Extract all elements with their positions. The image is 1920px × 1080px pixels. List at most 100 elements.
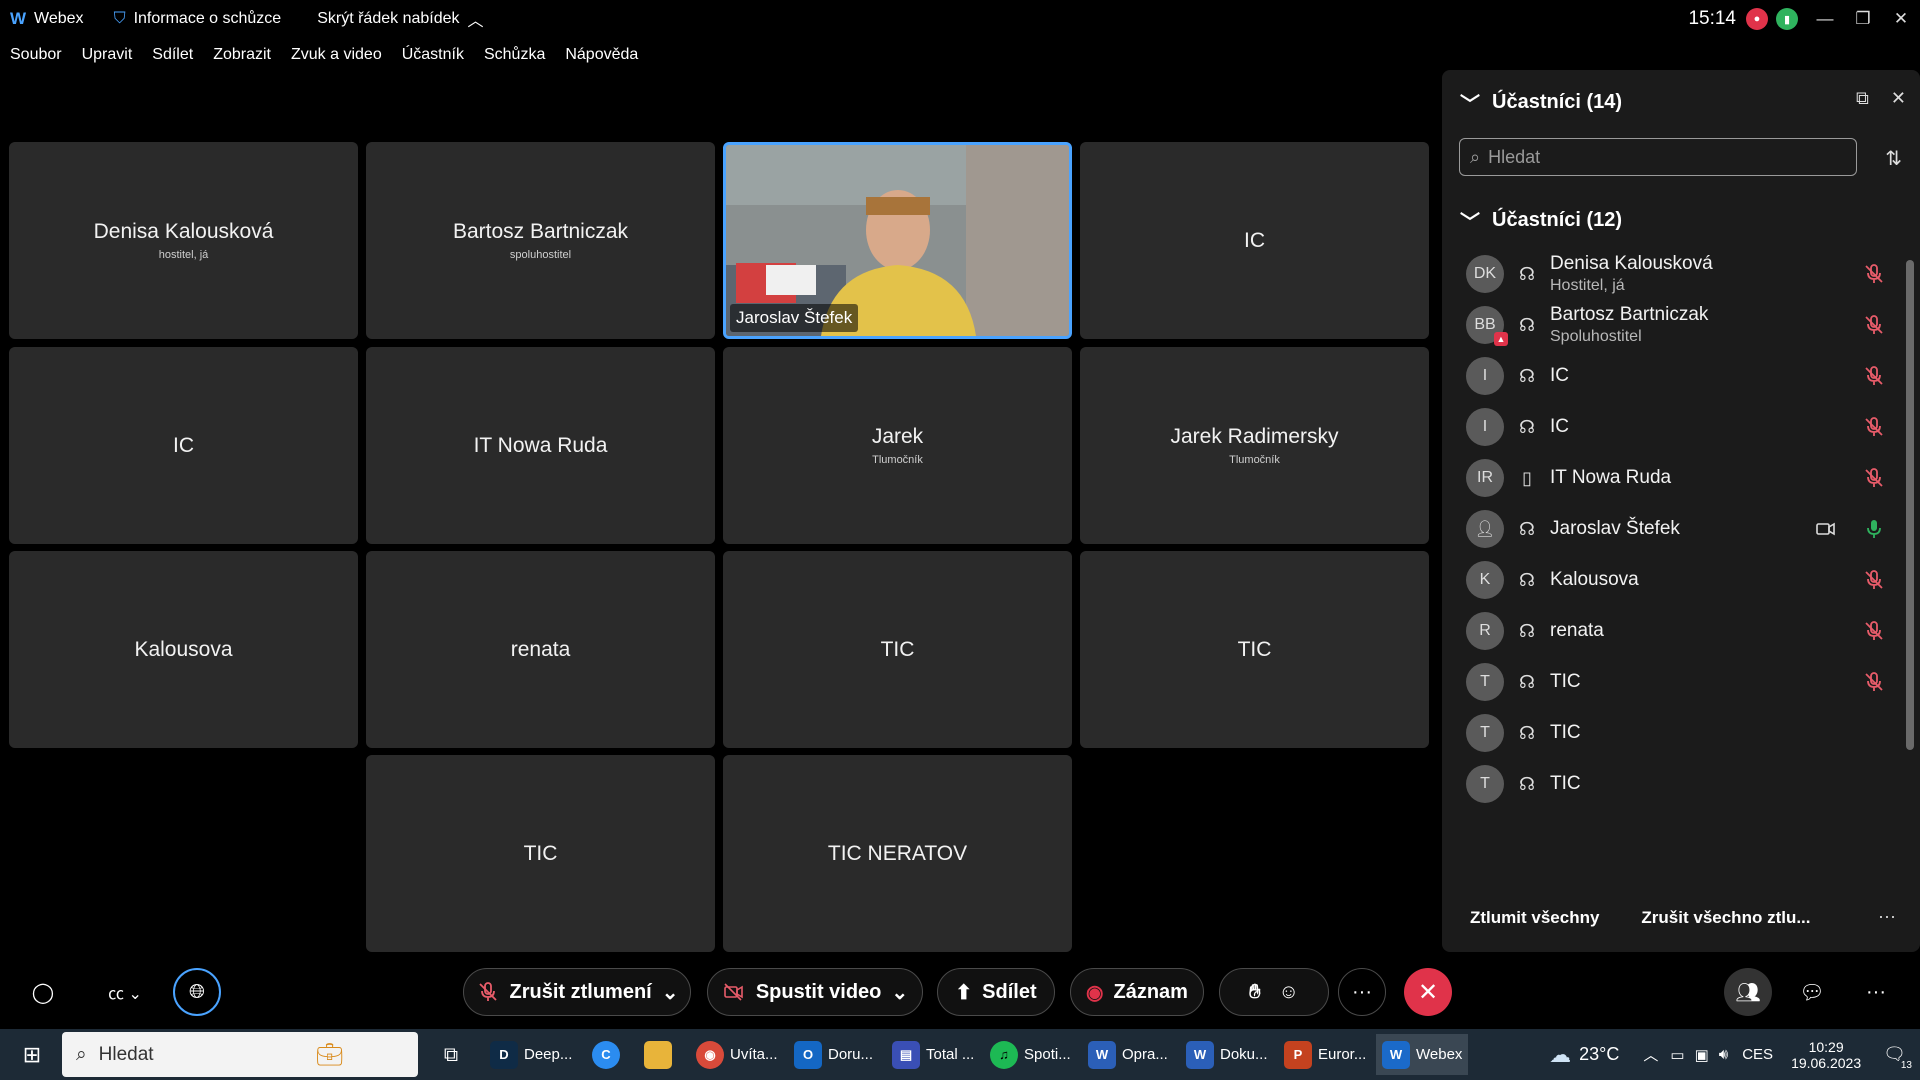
mic-muted-icon[interactable] — [1862, 364, 1886, 388]
recording-status-icon[interactable]: ● — [1746, 8, 1768, 30]
participant-row[interactable]: DK ☊ Denisa Kalousková Hostitel, já — [1466, 246, 1886, 302]
notifications-icon[interactable]: 🗨︎ 13 — [1883, 1044, 1914, 1071]
mute-all-button[interactable]: Ztlumit všechny — [1470, 908, 1599, 928]
mic-muted-icon[interactable] — [1862, 415, 1886, 439]
menu-napoveda[interactable]: Nápověda — [565, 46, 638, 64]
participant-tile[interactable]: renata — [366, 551, 715, 748]
participant-list-scrollbar[interactable] — [1906, 260, 1914, 750]
menu-ucastnik[interactable]: Účastník — [402, 46, 464, 64]
task-view-icon[interactable]: ⧉ — [427, 1031, 475, 1079]
taskbar-app[interactable]: ▬ — [638, 1034, 680, 1075]
mic-muted-icon[interactable] — [1862, 568, 1886, 592]
taskbar-app-active[interactable]: W Webex — [1376, 1034, 1468, 1075]
record-button[interactable]: ◉ Záznam — [1070, 968, 1204, 1016]
participant-row[interactable]: T ☊ TIC — [1466, 756, 1886, 812]
taskbar-search[interactable]: ⌕ Hledat 💼︎ — [62, 1032, 418, 1077]
menu-zvuk-a-video[interactable]: Zvuk a video — [291, 46, 382, 64]
sort-icon[interactable]: ⇅ — [1885, 146, 1902, 171]
start-video-button[interactable]: Spustit video ⌄ — [707, 968, 923, 1016]
panel-header-actions: ⧉ ✕ — [1856, 88, 1906, 109]
active-speaker-video-tile[interactable]: Jaroslav Štefek — [723, 142, 1072, 339]
meeting-info-button[interactable]: ⛉ Informace o schůzce — [114, 10, 282, 28]
more-options-icon[interactable]: ··· — [1878, 906, 1896, 927]
participant-tile[interactable]: Jarek Radimersky Tlumočník — [1080, 347, 1429, 544]
menu-upravit[interactable]: Upravit — [82, 46, 133, 64]
menu-soubor[interactable]: Soubor — [10, 46, 62, 64]
taskbar-clock[interactable]: 10:29 19.06.2023 — [1791, 1039, 1861, 1071]
participant-row[interactable]: I ☊ IC — [1466, 348, 1886, 404]
taskbar-app[interactable]: P Euror... — [1278, 1034, 1370, 1075]
windows-start-icon[interactable]: ⊞ — [8, 1031, 56, 1079]
participant-tile[interactable]: Kalousova — [9, 551, 358, 748]
taskbar-app[interactable]: ▤ Total ... — [886, 1034, 978, 1075]
menu-zobrazit[interactable]: Zobrazit — [213, 46, 271, 64]
close-window-button[interactable]: ✕ — [1882, 0, 1920, 38]
participant-tile[interactable]: IC — [9, 347, 358, 544]
restore-button[interactable]: ❐ — [1844, 0, 1882, 38]
captions-button[interactable]: ㏄ ⌄ — [95, 968, 155, 1016]
taskbar-app[interactable]: ♫ Spoti... — [984, 1034, 1076, 1075]
chat-icon[interactable]: 💬︎ — [1788, 968, 1836, 1016]
participant-row[interactable]: T ☊ TIC — [1466, 654, 1886, 710]
participant-row[interactable]: T ☊ TIC — [1466, 705, 1886, 761]
mic-muted-icon[interactable] — [1862, 262, 1886, 286]
taskbar-app-label: Doru... — [828, 1046, 874, 1063]
network-icon[interactable]: ▣ — [1695, 1046, 1709, 1064]
taskbar-app[interactable]: O Doru... — [788, 1034, 880, 1075]
pop-out-icon[interactable]: ⧉ — [1856, 88, 1869, 109]
participant-tile[interactable]: IC — [1080, 142, 1429, 339]
participants-toggle-icon[interactable]: 👥︎ — [1724, 968, 1772, 1016]
taskbar-app[interactable]: W Doku... — [1180, 1034, 1272, 1075]
taskbar-app[interactable]: C — [586, 1034, 628, 1075]
chevron-up-icon[interactable]: ︿ — [1643, 1044, 1658, 1065]
ai-assistant-icon[interactable]: ◯ — [19, 968, 67, 1016]
participant-tile[interactable]: TIC NERATOV — [723, 755, 1072, 952]
unmute-all-button[interactable]: Zrušit všechno ztlu... — [1641, 908, 1810, 928]
battery-icon[interactable]: ▭ — [1670, 1046, 1684, 1064]
participant-tile[interactable]: Jarek Tlumočník — [723, 347, 1072, 544]
participant-tile[interactable]: Denisa Kalousková hostitel, já — [9, 142, 358, 339]
close-icon[interactable]: ✕ — [1891, 88, 1906, 109]
volume-icon[interactable]: 🔊︎ — [1719, 1046, 1728, 1063]
taskbar-app[interactable]: W Opra... — [1082, 1034, 1174, 1075]
taskbar-app[interactable]: ◉ Uvíta... — [690, 1034, 782, 1075]
mic-muted-icon[interactable] — [1862, 466, 1886, 490]
raise-hand-icon[interactable]: ✋︎ — [1249, 981, 1260, 1004]
weather-temp[interactable]: 23°C — [1579, 1044, 1619, 1065]
network-stats-icon[interactable]: ▮ — [1776, 8, 1798, 30]
participant-row[interactable]: K ☊ Kalousova — [1466, 552, 1886, 608]
more-panels-icon[interactable]: ··· — [1852, 968, 1900, 1016]
participant-tile[interactable]: Bartosz Bartniczak spoluhostitel — [366, 142, 715, 339]
participants-panel-header[interactable]: ﹀ Účastníci (14) — [1460, 88, 1622, 117]
mic-active-icon[interactable] — [1862, 517, 1886, 541]
taskbar-app[interactable]: D Deep... — [484, 1034, 576, 1075]
participant-search-input[interactable]: ⌕ Hledat — [1459, 138, 1857, 176]
mic-muted-icon[interactable] — [1862, 619, 1886, 643]
participant-row[interactable]: I ☊ IC — [1466, 399, 1886, 455]
mic-muted-icon[interactable] — [1862, 670, 1886, 694]
participant-tile[interactable]: TIC — [366, 755, 715, 952]
mic-muted-icon[interactable] — [1862, 313, 1886, 337]
participant-row[interactable]: BB ▲ ☊ Bartosz Bartniczak Spoluhostitel — [1466, 297, 1886, 353]
menu-sdilet[interactable]: Sdílet — [152, 46, 193, 64]
participant-tile[interactable]: TIC — [1080, 551, 1429, 748]
reactions-icon[interactable]: ☺ — [1278, 981, 1298, 1004]
participant-row[interactable]: IR ▯ IT Nowa Ruda — [1466, 450, 1886, 506]
leave-meeting-button[interactable]: ✕ — [1404, 968, 1452, 1016]
chevron-down-icon[interactable]: ⌄ — [891, 980, 908, 1005]
participant-row[interactable]: 👤︎ ☊ Jaroslav Štefek — [1466, 501, 1886, 557]
language-globe-icon[interactable]: 🌐︎ — [173, 968, 221, 1016]
hide-menu-bar-button[interactable]: Skrýt řádek nabídek ︿ — [317, 7, 483, 31]
participants-section-header[interactable]: ﹀ Účastníci (12) — [1460, 206, 1622, 235]
share-button[interactable]: ⬆︎ Sdílet — [937, 968, 1055, 1016]
participant-row[interactable]: R ☊ renata — [1466, 603, 1886, 659]
participant-tile[interactable]: IT Nowa Ruda — [366, 347, 715, 544]
weather-icon[interactable]: ☁ — [1549, 1042, 1571, 1068]
unmute-button[interactable]: Zrušit ztlumení ⌄ — [463, 968, 691, 1016]
minimize-button[interactable]: — — [1806, 0, 1844, 38]
menu-schuzka[interactable]: Schůzka — [484, 46, 545, 64]
chevron-down-icon[interactable]: ⌄ — [662, 980, 679, 1005]
more-options-icon[interactable]: ··· — [1338, 968, 1386, 1016]
participant-tile[interactable]: TIC — [723, 551, 1072, 748]
input-language[interactable]: CES — [1742, 1046, 1773, 1063]
